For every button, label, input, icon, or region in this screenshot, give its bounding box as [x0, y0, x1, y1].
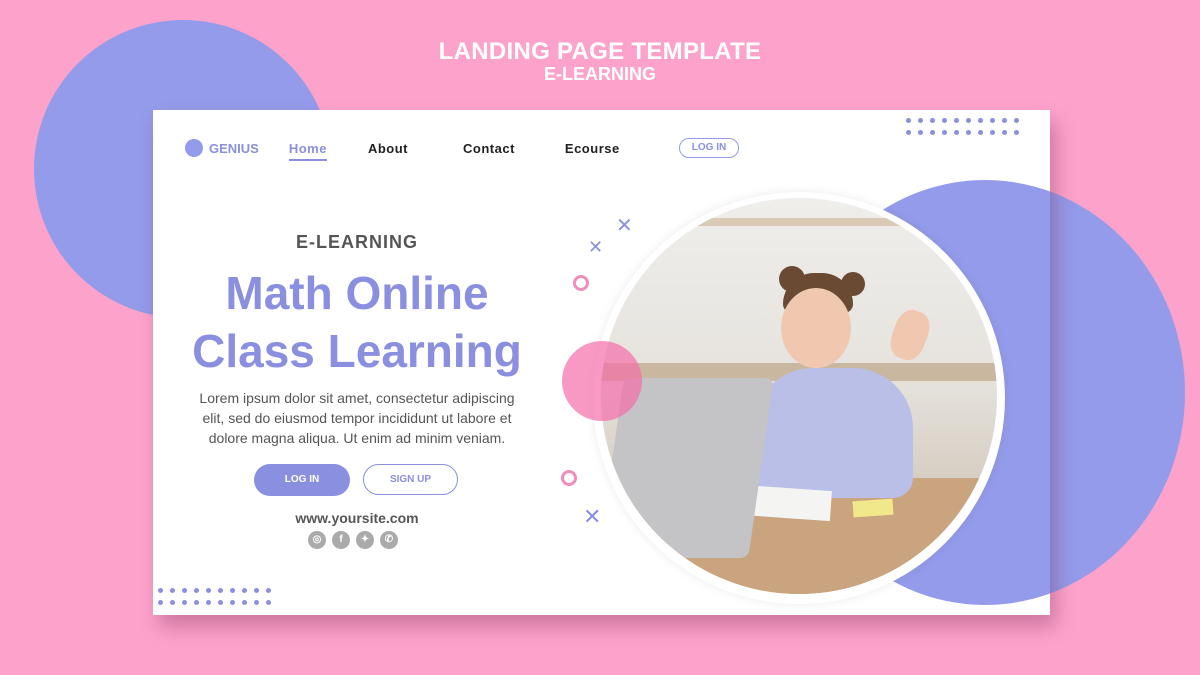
template-subtitle: E-LEARNING [544, 64, 656, 84]
dot-pattern-top [906, 118, 1026, 135]
nav-home[interactable]: Home [288, 141, 328, 161]
signup-button[interactable]: SIGN UP [363, 464, 458, 495]
headline-line-1: Math Online [225, 267, 489, 319]
paragraph-line: Lorem ipsum dolor sit amet, consectetur … [199, 390, 515, 406]
hero-photo [601, 198, 997, 594]
hero-paragraph: Lorem ipsum dolor sit amet, consectetur … [173, 388, 541, 448]
landing-page-card: GENIUS Home About Contact Ecourse LOG IN… [153, 110, 1050, 615]
nav-contact[interactable]: Contact [463, 141, 515, 156]
nav-ecourse[interactable]: Ecourse [565, 141, 620, 156]
website-link[interactable]: www.yoursite.com [153, 510, 561, 526]
navbar: GENIUS Home About Contact Ecourse [185, 138, 620, 161]
dot-pattern-bottom [158, 588, 278, 605]
logo-icon [185, 139, 203, 157]
decorative-x-icon: ✕ [583, 505, 602, 530]
facebook-icon[interactable]: f [332, 531, 350, 549]
instagram-icon[interactable]: ◎ [308, 531, 326, 549]
decorative-x-icon: ✕ [588, 237, 604, 258]
whatsapp-icon[interactable]: ✆ [380, 531, 398, 549]
nav-login-button[interactable]: LOG IN [679, 138, 739, 158]
paragraph-line: elit, sed do eiusmod tempor incididunt u… [202, 410, 512, 426]
decorative-ring-icon [573, 275, 589, 291]
decorative-ring-icon [561, 470, 577, 486]
logo-text[interactable]: GENIUS [209, 141, 259, 156]
social-icons: ◎ f ✦ ✆ [308, 531, 398, 549]
hero-eyebrow: E-LEARNING [296, 232, 418, 252]
template-title: LANDING PAGE TEMPLATE [438, 38, 762, 65]
decorative-x-icon: ✕ [616, 213, 633, 237]
login-button[interactable]: LOG IN [254, 464, 350, 496]
twitter-icon[interactable]: ✦ [356, 531, 374, 549]
nav-about[interactable]: About [368, 141, 408, 156]
hero-headline: Math Online Class Learning [153, 264, 561, 380]
headline-line-2: Class Learning [192, 325, 522, 377]
paragraph-line: dolore magna aliqua. Ut enim ad minim ve… [208, 430, 506, 446]
decorative-pink-circle [562, 341, 642, 421]
